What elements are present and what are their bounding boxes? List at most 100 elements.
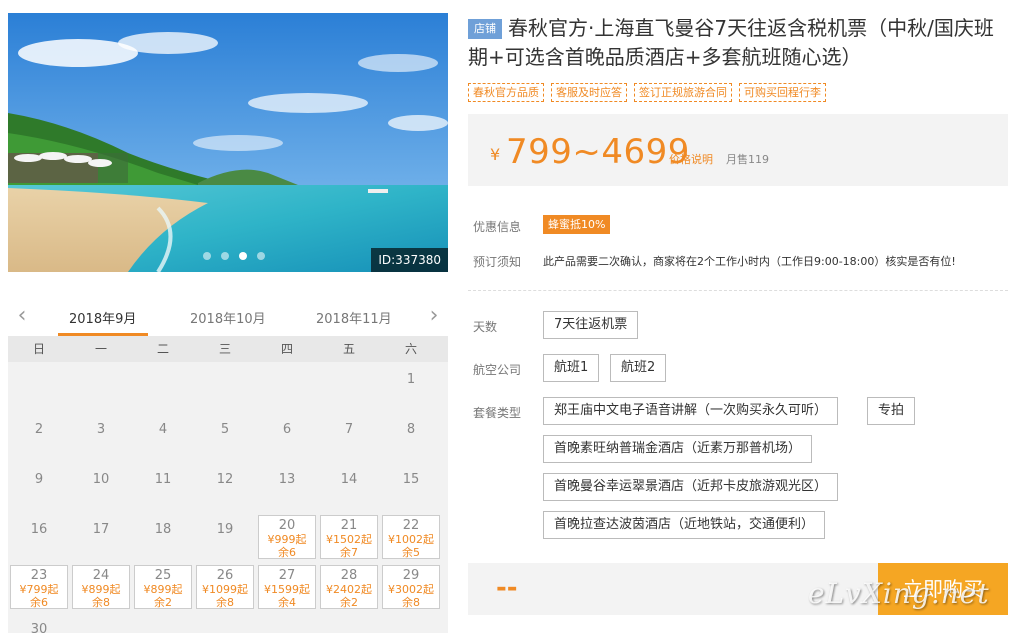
chevron-right-icon[interactable]: › (424, 305, 444, 327)
shop-badge[interactable]: 店铺 (468, 19, 502, 39)
slide-dot[interactable] (221, 252, 229, 260)
slide-dot[interactable] (257, 252, 265, 260)
calendar-day: 14 (318, 462, 380, 512)
calendar-day-empty (318, 362, 380, 412)
day-number: 18 (154, 522, 172, 537)
day-number: 26 (216, 568, 234, 583)
monthly-sales: 月售119 (726, 153, 769, 166)
price-box: ¥ 799~4699 价格说明 月售119 (468, 114, 1008, 186)
day-remaining: 余8 (402, 596, 420, 609)
day-number: 27 (278, 568, 296, 583)
section-divider (468, 290, 1008, 291)
day-price: ¥799起 (19, 583, 59, 596)
day-number: 29 (402, 568, 420, 583)
calendar-day: 19 (194, 512, 256, 562)
airline-option-1[interactable]: 航班1 (543, 354, 600, 382)
service-tag: 签订正规旅游合同 (634, 83, 732, 102)
day-number: 12 (216, 472, 234, 487)
airline-label: 航空公司 (473, 363, 522, 377)
calendar-day: 30 (8, 612, 70, 633)
day-price: ¥3002起 (388, 583, 434, 596)
day-remaining: 余8 (92, 596, 110, 609)
day-number: 14 (340, 472, 358, 487)
calendar-day: 17 (70, 512, 132, 562)
price-range: 799~4699 (506, 132, 690, 172)
calendar-day-price[interactable]: 21 ¥1502起 余7 (320, 515, 378, 559)
calendar-day-price[interactable]: 20 ¥999起 余6 (258, 515, 316, 559)
day-price: ¥1502起 (326, 533, 372, 546)
calendar-day-empty (8, 362, 70, 412)
package-option-photo[interactable]: 专拍 (867, 397, 916, 425)
price-currency: ¥ (490, 145, 501, 164)
calendar-day-price[interactable]: 23 ¥799起 余6 (10, 565, 68, 609)
calendar-day: 1 (380, 362, 442, 412)
day-number: 5 (220, 422, 230, 437)
day-remaining: 余7 (340, 546, 358, 559)
calendar-day-price[interactable]: 25 ¥899起 余2 (134, 565, 192, 609)
day-price: ¥899起 (143, 583, 183, 596)
month-tab-oct[interactable]: 2018年10月 (190, 308, 266, 327)
day-number: 3 (96, 422, 106, 437)
day-price: ¥1002起 (388, 533, 434, 546)
day-price: ¥1599起 (264, 583, 310, 596)
calendar-day-price[interactable]: 27 ¥1599起 余4 (258, 565, 316, 609)
day-number: 25 (154, 568, 172, 583)
package-option-audio-guide[interactable]: 郑王庙中文电子语音讲解（一次购买永久可听） (543, 397, 839, 425)
chevron-left-icon[interactable]: ‹ (12, 305, 32, 327)
calendar-day: 5 (194, 412, 256, 462)
day-remaining: 余6 (278, 546, 296, 559)
booking-notice: 此产品需要二次确认，商家将在2个工作小时内（工作日9:00-18:00）核实是否… (543, 255, 956, 268)
beach-image (8, 13, 448, 272)
weekday-label: 五 (342, 342, 355, 356)
calendar-day: 16 (8, 512, 70, 562)
days-label: 天数 (473, 320, 498, 334)
calendar-day-price[interactable]: 24 ¥899起 余8 (72, 565, 130, 609)
service-tags: 春秋官方品质 客服及时应答 签订正规旅游合同 可购买回程行李 (468, 83, 826, 102)
calendar-day-price[interactable]: 28 ¥2402起 余2 (320, 565, 378, 609)
day-price: ¥1099起 (202, 583, 248, 596)
promo-label: 优惠信息 (473, 220, 522, 234)
product-title: 店铺 春秋官方·上海直飞曼谷7天往返含税机票（中秋/国庆班期+可选含首晚品质酒店+… (468, 14, 1008, 72)
promo-badge: 蜂蜜抵10% (543, 215, 611, 234)
price-note-link[interactable]: 价格说明 (669, 151, 713, 167)
calendar-day: 3 (70, 412, 132, 462)
day-number: 15 (402, 472, 420, 487)
product-title-text: 春秋官方·上海直飞曼谷7天往返含税机票（中秋/国庆班期+可选含首晚品质酒店+多套… (468, 16, 994, 69)
day-remaining: 余6 (30, 596, 48, 609)
calendar-weekday-header: 日一二三四五六 (8, 336, 448, 362)
calendar-day: 10 (70, 462, 132, 512)
day-number: 23 (30, 568, 48, 583)
day-remaining: 余5 (402, 546, 420, 559)
calendar-grid: 1 2 3 4 5 6 7 8 9 10 11 12 13 14 15 16 17 18 19 20 ¥999起 余6 21… (8, 362, 448, 633)
day-number: 8 (406, 422, 416, 437)
package-label: 套餐类型 (473, 406, 522, 420)
calendar-day: 12 (194, 462, 256, 512)
month-tab-sep[interactable]: 2018年9月 (69, 308, 136, 327)
day-price: ¥2402起 (326, 583, 372, 596)
calendar-day: 13 (256, 462, 318, 512)
package-option-hotel-3[interactable]: 首晚拉查达波茵酒店（近地铁站，交通便利） (543, 511, 826, 539)
day-number: 11 (154, 472, 172, 487)
airline-option-2[interactable]: 航班2 (610, 354, 667, 382)
product-photo[interactable]: ID:337380 (8, 13, 448, 272)
day-number: 24 (92, 568, 110, 583)
day-price: ¥999起 (267, 533, 307, 546)
day-number: 13 (278, 472, 296, 487)
package-option-hotel-1[interactable]: 首晚素旺纳普瑞金酒店（近素万那普机场） (543, 435, 813, 463)
day-number: 21 (340, 518, 358, 533)
day-number: 22 (402, 518, 420, 533)
calendar-month-nav: ‹ 2018年9月 2018年10月 2018年11月 › (8, 298, 448, 338)
day-number: 7 (344, 422, 354, 437)
slide-dot-active[interactable] (239, 252, 247, 260)
weekday-label: 三 (218, 342, 231, 356)
calendar-day-price[interactable]: 26 ¥1099起 余8 (196, 565, 254, 609)
month-tab-nov[interactable]: 2018年11月 (316, 308, 392, 327)
calendar-day-empty (70, 362, 132, 412)
calendar-day-price[interactable]: 29 ¥3002起 余8 (382, 565, 440, 609)
calendar-day-price[interactable]: 22 ¥1002起 余5 (382, 515, 440, 559)
slide-dot[interactable] (203, 252, 211, 260)
calendar-day-empty (132, 362, 194, 412)
day-remaining: 余2 (154, 596, 172, 609)
package-option-hotel-2[interactable]: 首晚曼谷幸运翠景酒店（近邦卡皮旅游观光区） (543, 473, 839, 501)
days-option[interactable]: 7天往返机票 (543, 311, 639, 339)
